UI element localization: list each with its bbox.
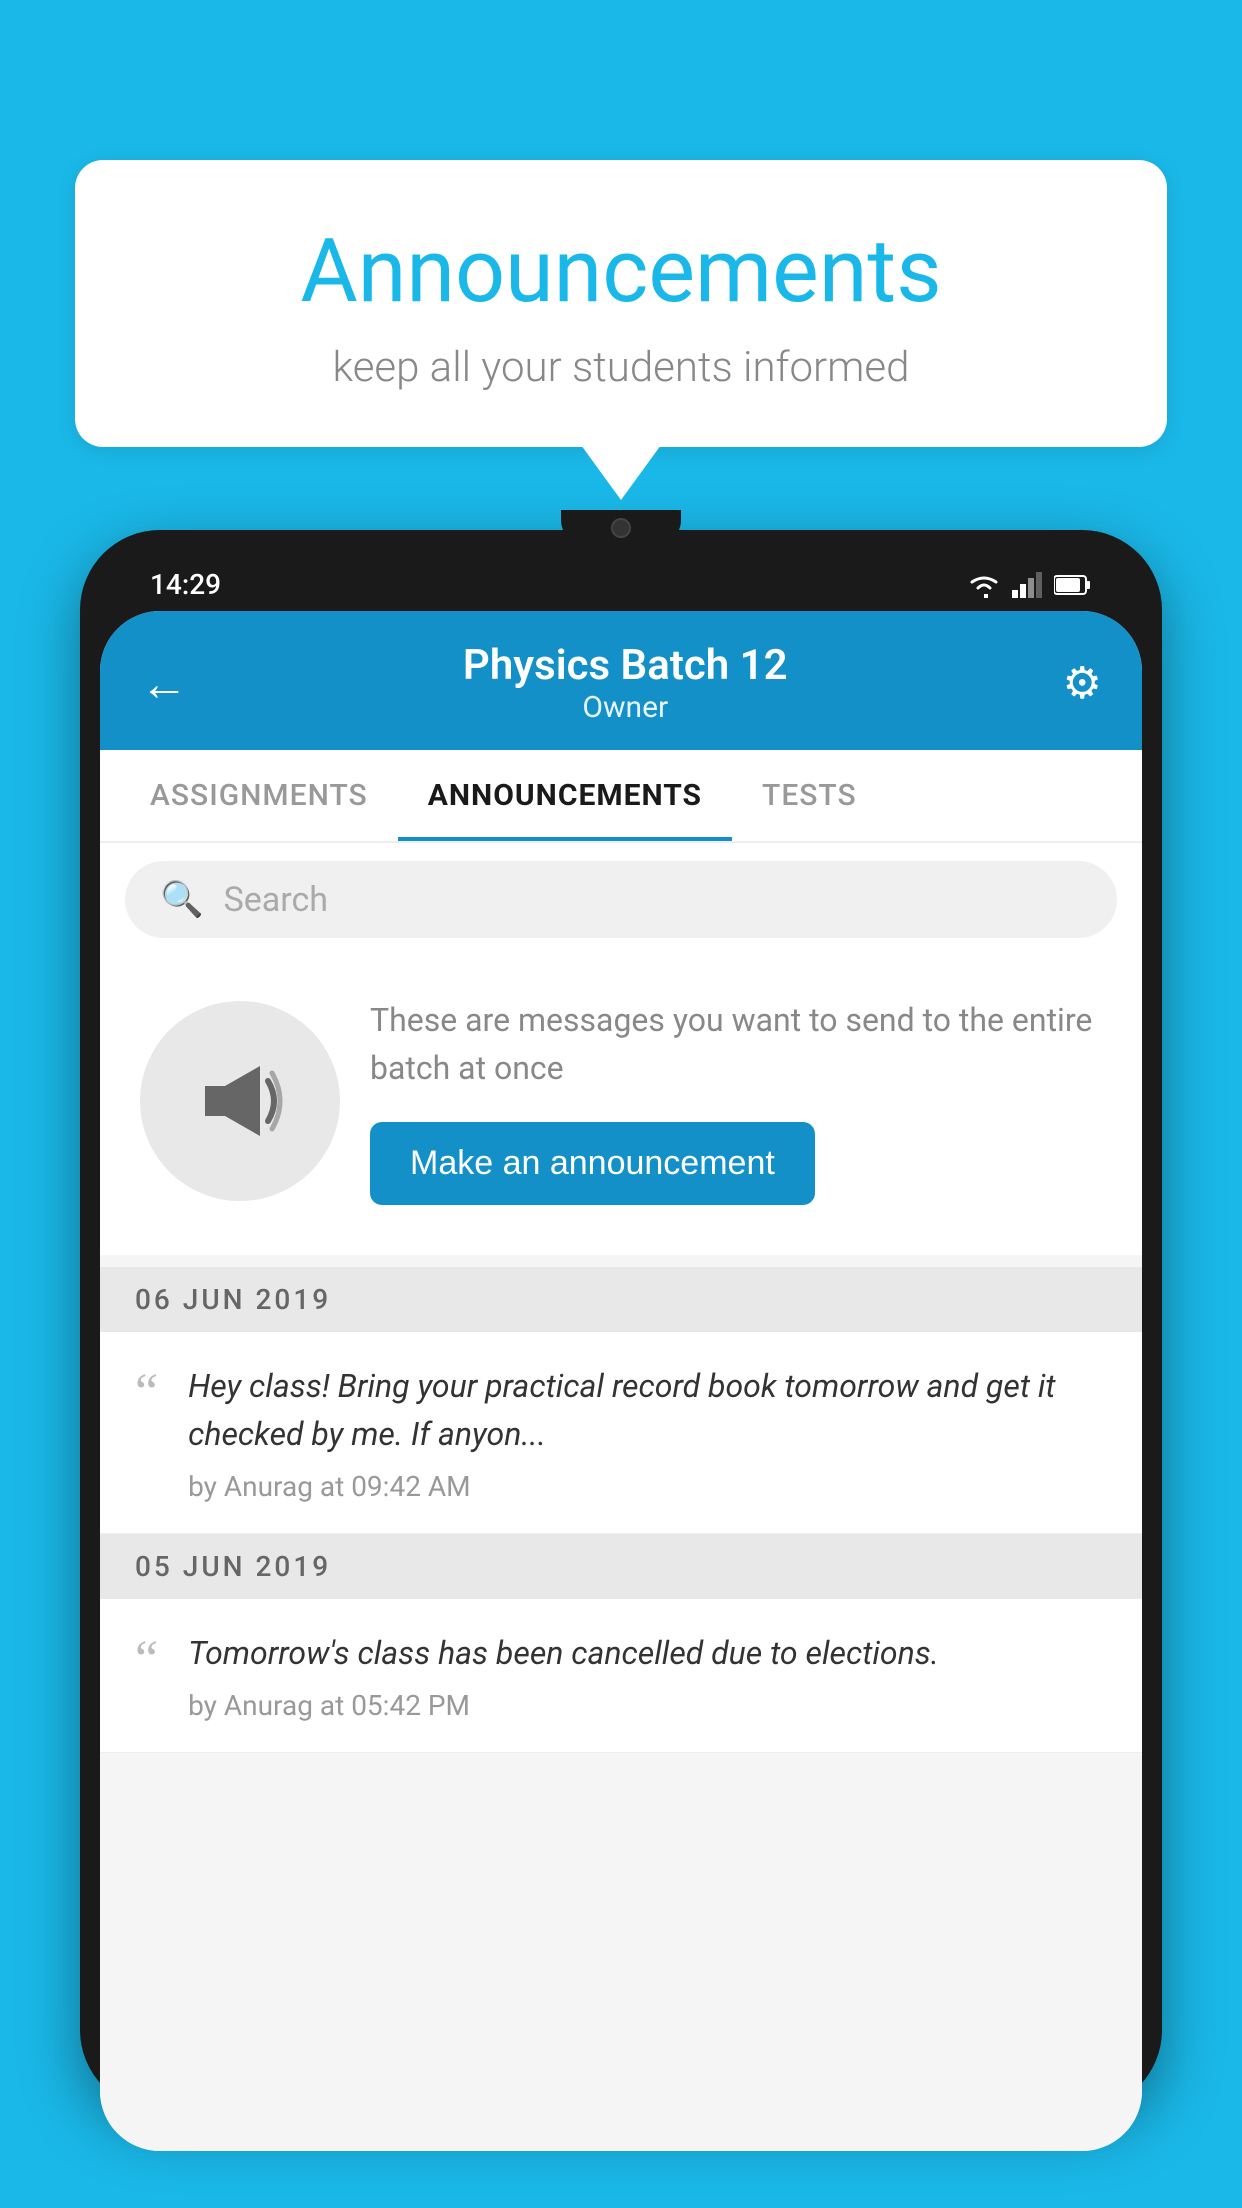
search-bar-wrapper: 🔍 Search — [100, 843, 1142, 956]
announcement-item-2[interactable]: “ Tomorrow's class has been cancelled du… — [100, 1599, 1142, 1753]
app-bar-title-group: Physics Batch 12 Owner — [188, 641, 1063, 725]
promo-icon-circle — [140, 1001, 340, 1201]
app-bar-title: Physics Batch 12 — [188, 641, 1063, 690]
announcement-text-1: Hey class! Bring your practical record b… — [188, 1362, 1107, 1458]
settings-button[interactable]: ⚙ — [1063, 657, 1102, 709]
promo-description: These are messages you want to send to t… — [370, 996, 1102, 1092]
app-bar-subtitle: Owner — [188, 690, 1063, 725]
announcement-text-2: Tomorrow's class has been cancelled due … — [188, 1629, 1107, 1677]
speech-bubble-tail — [581, 445, 661, 500]
announcement-meta-1: by Anurag at 09:42 AM — [188, 1470, 1107, 1503]
tabs-bar: ASSIGNMENTS ANNOUNCEMENTS TESTS — [100, 750, 1142, 843]
speech-bubble-subtitle: keep all your students informed — [155, 343, 1087, 392]
date-separator-1: 06 JUN 2019 — [100, 1267, 1142, 1332]
announcement-content-1: Hey class! Bring your practical record b… — [188, 1362, 1107, 1503]
phone-notch — [561, 510, 681, 545]
app-screen: ← Physics Batch 12 Owner ⚙ ASSIGNMENTS A… — [100, 611, 1142, 2151]
status-time: 14:29 — [150, 568, 221, 601]
tab-assignments[interactable]: ASSIGNMENTS — [120, 750, 398, 841]
back-button[interactable]: ← — [140, 655, 188, 712]
announcement-content-2: Tomorrow's class has been cancelled due … — [188, 1629, 1107, 1722]
content-area: 🔍 Search — [100, 843, 1142, 2151]
search-icon: 🔍 — [160, 879, 204, 920]
app-bar: ← Physics Batch 12 Owner ⚙ — [100, 611, 1142, 750]
announcement-meta-2: by Anurag at 05:42 PM — [188, 1689, 1107, 1722]
quote-icon-2: “ — [135, 1634, 158, 1686]
speech-bubble-container: Announcements keep all your students inf… — [75, 160, 1167, 500]
date-separator-2: 05 JUN 2019 — [100, 1534, 1142, 1599]
promo-content: These are messages you want to send to t… — [370, 996, 1102, 1205]
status-bar: 14:29 — [100, 550, 1142, 611]
wifi-icon — [966, 572, 1002, 598]
tab-announcements[interactable]: ANNOUNCEMENTS — [398, 750, 732, 841]
phone-wrapper: 14:29 — [80, 530, 1162, 2208]
quote-icon-1: “ — [135, 1367, 158, 1419]
promo-card: These are messages you want to send to t… — [100, 956, 1142, 1255]
announcement-item-1[interactable]: “ Hey class! Bring your practical record… — [100, 1332, 1142, 1534]
search-bar[interactable]: 🔍 Search — [125, 861, 1117, 938]
signal-icon — [1012, 572, 1044, 598]
megaphone-icon — [190, 1051, 290, 1151]
tab-tests[interactable]: TESTS — [732, 750, 887, 841]
make-announcement-button[interactable]: Make an announcement — [370, 1122, 815, 1205]
battery-icon — [1054, 574, 1092, 596]
search-placeholder: Search — [224, 880, 328, 920]
speech-bubble-title: Announcements — [155, 220, 1087, 323]
phone-frame: 14:29 — [80, 530, 1162, 2110]
status-icons — [966, 572, 1092, 598]
speech-bubble: Announcements keep all your students inf… — [75, 160, 1167, 447]
phone-camera — [611, 518, 631, 538]
